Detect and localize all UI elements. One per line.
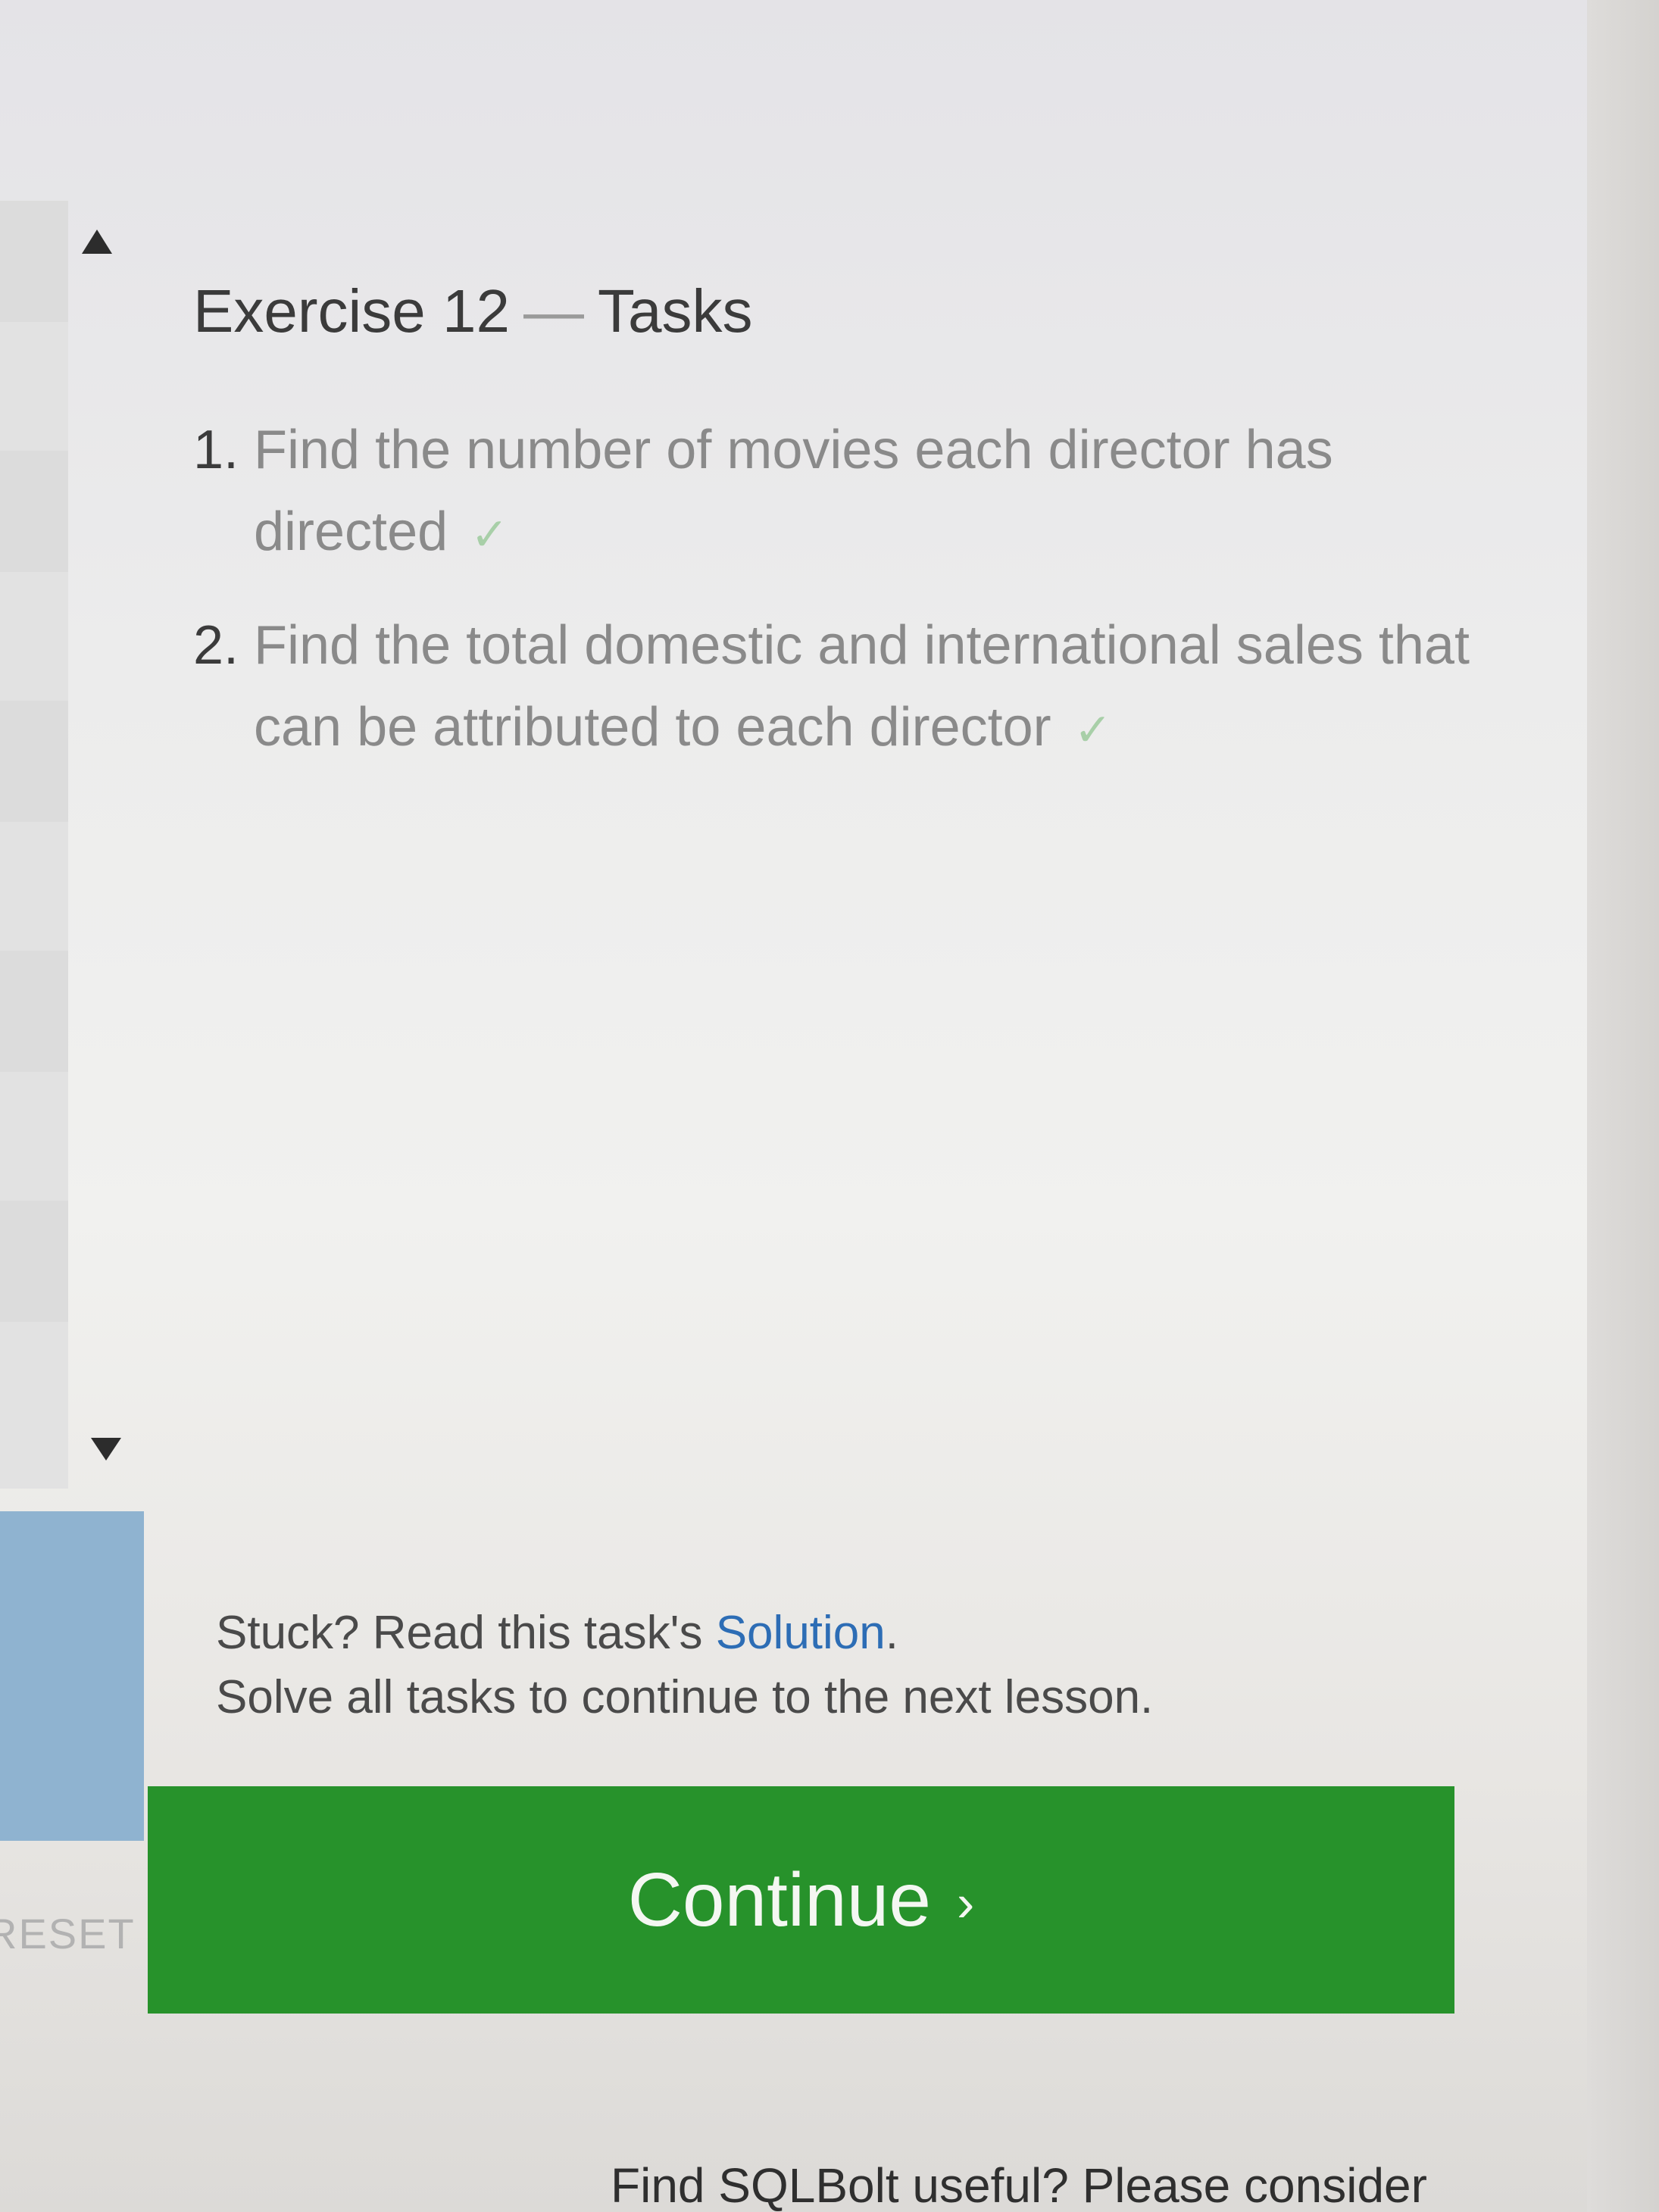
editor-selection-area	[0, 1511, 144, 1841]
stuck-hint-prefix: Stuck? Read this task's	[216, 1607, 716, 1659]
gutter-band	[0, 1201, 68, 1322]
scroll-down-arrow-icon[interactable]	[91, 1438, 121, 1461]
page-right-edge	[1587, 0, 1659, 2212]
gutter-band	[0, 451, 68, 572]
continue-button[interactable]: Continue ›	[148, 1786, 1454, 2014]
scroll-up-arrow-icon[interactable]	[82, 230, 112, 254]
gutter-band	[0, 951, 68, 1072]
gutter-band	[0, 701, 68, 822]
task-list: 1. Find the number of movies each direct…	[193, 409, 1526, 800]
gutter-band	[0, 201, 68, 322]
task-item: 1. Find the number of movies each direct…	[193, 409, 1526, 576]
editor-gutter	[0, 201, 68, 1489]
task-item: 2. Find the total domestic and internati…	[193, 605, 1526, 771]
exercise-title-separator: —	[523, 277, 584, 345]
continue-button-label: Continue	[627, 1857, 931, 1942]
stuck-hint: Stuck? Read this task's Solution.	[216, 1606, 898, 1660]
task-text: Find the number of movies each director …	[254, 420, 1333, 562]
task-panel: Exercise 12— Tasks 1. Find the number of …	[136, 201, 1545, 1776]
footer-support-text: Find SQLBolt useful? Please consider	[611, 2158, 1427, 2212]
stuck-hint-suffix: .	[885, 1607, 898, 1659]
chevron-right-icon: ›	[956, 1873, 975, 1932]
exercise-title-suffix: Tasks	[597, 277, 753, 345]
task-number: 2.	[193, 615, 239, 676]
reset-button[interactable]: RESET	[0, 1909, 136, 1958]
task-number: 1.	[193, 420, 239, 480]
exercise-title-prefix: Exercise 12	[193, 277, 510, 345]
checkmark-icon: ✓	[1073, 705, 1112, 755]
screen: RESET Exercise 12— Tasks 1. Find the numb…	[0, 0, 1659, 2212]
task-text: Find the total domestic and internationa…	[254, 615, 1470, 758]
solution-link[interactable]: Solution	[716, 1607, 886, 1659]
checkmark-icon: ✓	[470, 509, 509, 560]
solve-all-note: Solve all tasks to continue to the next …	[216, 1671, 1154, 1723]
exercise-title: Exercise 12— Tasks	[193, 276, 752, 346]
